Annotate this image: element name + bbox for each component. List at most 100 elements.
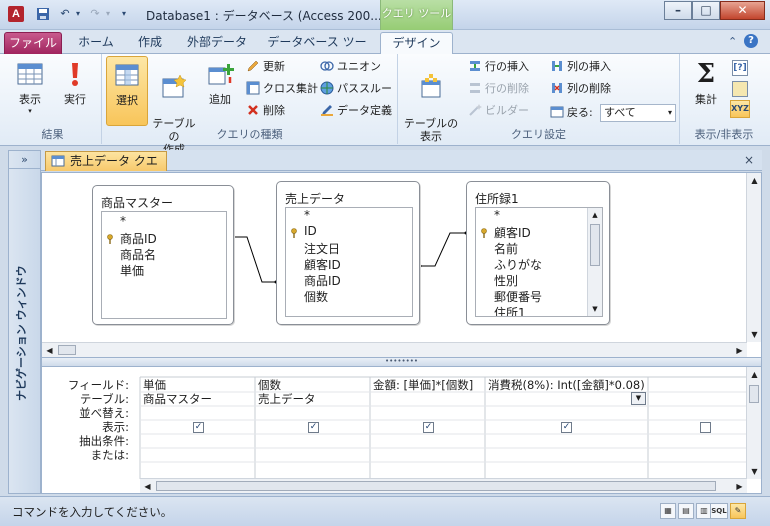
field-item[interactable]: 個数 <box>304 288 328 305</box>
delete-query-button[interactable]: 削除 <box>246 101 285 121</box>
maximize-button[interactable]: □ <box>692 1 720 20</box>
customize-qat-icon[interactable]: ▾ <box>118 7 130 21</box>
scroll-right-arrow[interactable]: ▶ <box>732 479 747 494</box>
sql-view-icon[interactable]: SQL <box>710 503 728 519</box>
table-box-sales-data[interactable]: 売上データ * ID 注文日 顧客ID 商品ID 個数 <box>276 181 420 325</box>
totals-button[interactable]: Σ 集計 <box>686 56 726 126</box>
append-query-button[interactable]: 追加 <box>202 56 238 126</box>
navigation-pane[interactable]: » ナビゲーション ウィンドウ <box>8 150 41 494</box>
pane-splitter[interactable]: •••••••• <box>41 358 762 366</box>
field-item[interactable]: * <box>494 208 500 222</box>
grid-field-cell[interactable]: 消費税(8%): Int([金額]*0.08) <box>488 377 646 393</box>
minimize-ribbon-icon[interactable]: ⌃ <box>728 35 737 48</box>
return-values-dropdown[interactable]: すべて ▾ <box>600 104 676 122</box>
scroll-left-arrow[interactable]: ◀ <box>42 343 57 358</box>
close-document-icon[interactable]: × <box>744 153 754 167</box>
scroll-left-arrow[interactable]: ◀ <box>140 479 155 494</box>
scroll-thumb[interactable] <box>590 224 600 266</box>
field-item[interactable]: 注文日 <box>304 240 340 257</box>
field-item[interactable]: ふりがな <box>494 256 542 273</box>
pivottable-view-icon[interactable]: ▤ <box>678 503 694 519</box>
builder-button[interactable]: ビルダー <box>468 101 529 121</box>
scroll-thumb[interactable] <box>156 481 716 491</box>
close-window-button[interactable]: ✕ <box>720 1 765 20</box>
tab-external-data[interactable]: 外部データ <box>180 32 254 54</box>
grid-table-cell[interactable]: 売上データ <box>258 391 368 407</box>
delete-rows-button[interactable]: 行の削除 <box>468 79 529 99</box>
scroll-down-arrow[interactable]: ▼ <box>588 302 602 316</box>
field-item[interactable]: 住所1 <box>494 304 526 316</box>
show-checkbox[interactable]: ✓ <box>193 422 204 433</box>
datasheet-view-icon[interactable]: ▦ <box>660 503 676 519</box>
field-list-scrollbar[interactable]: ▲ ▼ <box>587 208 602 316</box>
grid-vscrollbar[interactable]: ▲ ▼ <box>746 367 761 479</box>
show-checkbox[interactable]: ✓ <box>561 422 572 433</box>
tab-home[interactable]: ホーム <box>70 32 122 54</box>
field-item[interactable]: 商品ID <box>120 230 157 247</box>
delete-columns-button[interactable]: 列の削除 <box>550 79 611 99</box>
field-item[interactable]: 顧客ID <box>304 256 341 273</box>
scroll-thumb[interactable] <box>749 385 759 403</box>
tab-create[interactable]: 作成 <box>128 32 172 54</box>
property-sheet-icon[interactable] <box>732 81 748 97</box>
scroll-up-arrow[interactable]: ▲ <box>747 173 762 188</box>
field-item[interactable]: 単価 <box>120 262 144 279</box>
data-definition-query-button[interactable]: データ定義 <box>320 101 392 121</box>
help-icon[interactable]: ? <box>744 34 758 48</box>
scroll-up-arrow[interactable]: ▲ <box>588 208 602 222</box>
diagram-hscrollbar[interactable]: ◀ ▶ <box>42 342 747 357</box>
scroll-right-arrow[interactable]: ▶ <box>732 343 747 358</box>
union-query-button[interactable]: ユニオン <box>320 57 381 77</box>
scroll-down-arrow[interactable]: ▼ <box>747 327 762 342</box>
scroll-up-arrow[interactable]: ▲ <box>747 367 762 382</box>
show-table-button[interactable]: テーブルの 表示 <box>402 56 460 143</box>
access-app-icon[interactable]: A <box>8 6 24 22</box>
redo-icon[interactable]: ↷ <box>88 7 102 21</box>
grid-hscrollbar[interactable]: ◀ ▶ <box>140 478 747 493</box>
view-button[interactable]: 表示 ▾ <box>8 56 52 126</box>
nav-pane-toggle[interactable]: » <box>9 151 40 169</box>
show-checkbox[interactable] <box>700 422 711 433</box>
field-item[interactable]: 顧客ID <box>494 224 531 241</box>
design-view-icon[interactable]: ✎ <box>730 503 746 519</box>
tab-database-tools[interactable]: データベース ツール <box>262 32 372 69</box>
update-query-button[interactable]: 更新 <box>246 57 285 77</box>
undo-icon[interactable]: ↶ <box>58 7 72 21</box>
undo-dropdown-icon[interactable]: ▾ <box>74 7 82 21</box>
show-checkbox[interactable]: ✓ <box>423 422 434 433</box>
show-checkbox[interactable]: ✓ <box>308 422 319 433</box>
field-item[interactable]: 商品ID <box>304 272 341 289</box>
diagram-vscrollbar[interactable]: ▲ ▼ <box>746 173 761 342</box>
table-names-icon[interactable]: XYZ <box>730 100 750 118</box>
field-item[interactable]: 商品名 <box>120 246 156 263</box>
minimize-button[interactable]: – <box>664 1 692 20</box>
field-item[interactable]: 名前 <box>494 240 518 257</box>
field-item[interactable]: * <box>120 214 126 228</box>
insert-rows-button[interactable]: 行の挿入 <box>468 57 529 77</box>
tab-design[interactable]: デザイン <box>380 32 453 55</box>
parameters-icon[interactable]: [?] <box>732 60 748 76</box>
scroll-down-arrow[interactable]: ▼ <box>747 464 762 479</box>
field-item[interactable]: 性別 <box>494 272 518 289</box>
run-button[interactable]: 実行 <box>54 56 96 126</box>
crosstab-query-button[interactable]: クロス集計 <box>246 79 318 99</box>
table-diagram-pane[interactable]: 商品マスター * 商品ID 商品名 単価 売上データ * ID 注文日 顧客ID… <box>41 172 762 358</box>
grid-field-cell[interactable]: 金額: [単価]*[個数] <box>373 377 483 393</box>
document-tab[interactable]: 売上データ クエリ <box>45 151 167 186</box>
query-design-grid[interactable]: フィールド: テーブル: 並べ替え: 表示: 抽出条件: または: 単価 商品マ… <box>41 366 762 494</box>
table-box-address-book[interactable]: 住所録1 * 顧客ID 名前 ふりがな 性別 郵便番号 住所1 ▲ ▼ <box>466 181 610 325</box>
field-item[interactable]: 郵便番号 <box>494 288 542 305</box>
select-query-button[interactable]: 選択 <box>106 56 148 126</box>
table-box-product-master[interactable]: 商品マスター * 商品ID 商品名 単価 <box>92 185 234 325</box>
redo-dropdown-icon[interactable]: ▾ <box>104 7 112 21</box>
tab-file[interactable]: ファイル <box>4 32 62 54</box>
scroll-thumb[interactable] <box>58 345 76 355</box>
make-table-query-button[interactable]: テーブルの 作成 <box>148 56 200 156</box>
field-item[interactable]: * <box>304 208 310 222</box>
insert-columns-button[interactable]: 列の挿入 <box>550 57 611 77</box>
grid-table-cell[interactable]: 商品マスター <box>143 391 253 407</box>
table-dropdown-button[interactable]: ▼ <box>631 392 646 405</box>
passthrough-query-button[interactable]: パススルー <box>320 79 392 99</box>
save-icon[interactable] <box>36 7 50 21</box>
field-item[interactable]: ID <box>304 224 317 238</box>
